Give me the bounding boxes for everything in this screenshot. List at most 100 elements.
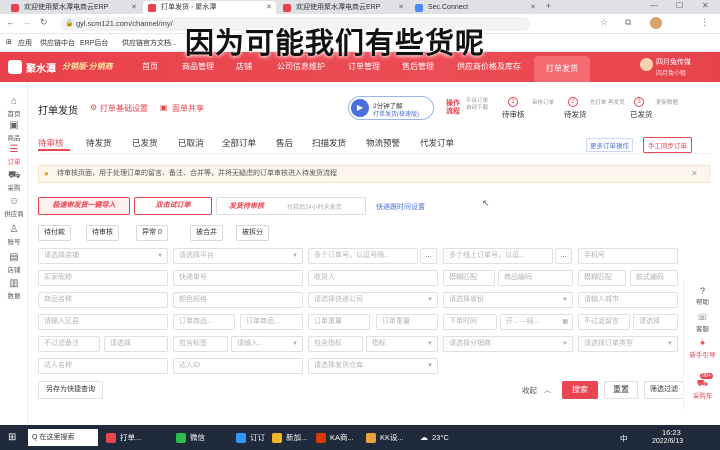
online-order-more-button[interactable]: … — [555, 248, 572, 264]
sidebar-item-orders[interactable]: ☰ 订单 — [0, 144, 28, 166]
purchase-cart-button[interactable]: 99+ ⛟ 采购车 — [684, 373, 720, 400]
province-select[interactable]: 请选择省份 ▼ — [443, 292, 573, 308]
clock-time[interactable]: 16:23 — [662, 428, 681, 437]
tab-all-orders[interactable]: 全部订单 — [222, 137, 256, 149]
warehouse-select[interactable]: 请选择发货仓库 ▼ — [308, 358, 438, 374]
taskbar-app-new[interactable]: 新加... — [272, 429, 307, 446]
collapse-link[interactable]: 收起 — [522, 385, 537, 396]
color-spec-input[interactable]: 颜色规格 — [173, 292, 303, 308]
minimize-icon[interactable]: — — [650, 1, 658, 10]
taskbar-app-dingding[interactable]: 订订 — [236, 429, 265, 446]
bookmark-erp[interactable]: ERP后台 — [80, 38, 108, 48]
clock-date[interactable]: 2022/6/13 — [652, 438, 683, 445]
customer-service-button[interactable]: ☏ 客服 — [684, 312, 720, 333]
tab-pending-review[interactable]: 待审核 — [38, 137, 64, 149]
waybill-share-link[interactable]: 面单共享 — [172, 103, 204, 114]
close-icon[interactable]: ✕ — [530, 1, 536, 14]
order-item-max-input[interactable]: 订单商品... — [240, 314, 303, 330]
tab-pending-ship[interactable]: 待发货 — [86, 137, 112, 149]
tag-input[interactable]: 请输入... ▼ — [231, 336, 303, 352]
bookmark-scm[interactable]: 供应链中台 — [40, 38, 75, 48]
order-weight-min-input[interactable]: 订单重量 — [308, 314, 370, 330]
quick-audit-import-button[interactable]: 极速审发货一键导入 — [38, 197, 130, 215]
tab-logistics-warning[interactable]: 物流预警 — [366, 137, 400, 149]
close-icon[interactable]: ✕ — [131, 1, 137, 14]
manual-sync-button[interactable]: 手工同步订单 — [643, 137, 692, 153]
filter-chip-unpaid[interactable]: 待付款 — [38, 225, 71, 241]
taskbar-app-kk[interactable]: KK设... — [366, 429, 404, 446]
close-icon[interactable]: ✕ — [266, 1, 272, 14]
browser-tab-2[interactable]: 打单发货 - 聚水潭 ✕ — [143, 1, 276, 14]
influencer-id-input[interactable]: 达人ID — [173, 358, 303, 374]
sku-code-input[interactable]: 商品编码 — [498, 270, 573, 286]
store-select[interactable]: 请选择店铺 ▼ — [38, 248, 168, 264]
platform-select[interactable]: 请选择平台 ▼ — [173, 248, 303, 264]
indicator-filter-select[interactable]: 包含指标 — [308, 336, 363, 352]
nav-home[interactable]: 首页 — [130, 52, 170, 82]
distributor-select[interactable]: 请选择分销商 ▼ — [443, 336, 573, 352]
back-icon[interactable]: ← — [6, 17, 15, 27]
filter-chip-pending-review[interactable]: 待审核 — [86, 225, 119, 241]
sku-match-select[interactable]: 模糊匹配 — [443, 270, 495, 286]
extensions-icon[interactable]: ⧉ — [625, 17, 631, 28]
tab-shipped[interactable]: 已发货 — [132, 137, 158, 149]
city-input[interactable]: 请输入城市 — [578, 292, 678, 308]
order-number-more-button[interactable]: … — [420, 248, 437, 264]
taskbar-app-ka[interactable]: KA商... — [316, 429, 354, 446]
print-settings-link[interactable]: 打单基础设置 — [100, 103, 148, 114]
window-close-icon[interactable]: ✕ — [702, 1, 709, 10]
taskbar-search-input[interactable]: Q 在这里搜索 — [28, 429, 98, 446]
buyer-nickname-input[interactable]: 买家昵称 — [38, 270, 168, 286]
filter-chip-merged[interactable]: 被合并 — [190, 225, 223, 241]
filter-button[interactable]: 筛选过滤 — [644, 381, 684, 399]
user-name[interactable]: 四月兔传媒 — [656, 57, 691, 67]
taskbar-app-print[interactable]: 打单... — [106, 429, 141, 446]
forward-icon[interactable]: → — [22, 17, 31, 27]
profile-avatar[interactable] — [650, 17, 662, 29]
order-weight-max-input[interactable]: 订单重量 — [376, 314, 438, 330]
close-icon[interactable]: ✕ — [398, 1, 404, 14]
influencer-name-input[interactable]: 达人名称 — [38, 358, 168, 374]
sidebar-item-purchase[interactable]: ⛟ 采购 — [0, 170, 28, 192]
online-order-number-input[interactable]: 多个线上订单号，以逗... — [443, 248, 553, 264]
order-number-input[interactable]: 多个订单号，以逗号隔... — [308, 248, 418, 264]
ime-indicator[interactable]: 中 — [620, 433, 628, 444]
style-match-select[interactable]: 模糊匹配 — [578, 270, 626, 286]
new-tab-icon[interactable]: + — [546, 1, 551, 11]
district-input[interactable]: 请输入区县 — [38, 314, 168, 330]
taskbar-app-wechat[interactable]: 微信 — [176, 429, 205, 446]
order-type-select[interactable]: 请选择订单类型 ▼ — [578, 336, 678, 352]
indicator-select[interactable]: 指标 ▼ — [366, 336, 438, 352]
order-time-type-select[interactable]: 下单时间 — [443, 314, 497, 330]
tab-aftersale[interactable]: 售后 — [276, 137, 293, 149]
sidebar-item-home[interactable]: ⌂ 首页 — [0, 96, 28, 118]
search-button[interactable]: 搜索 — [562, 381, 598, 399]
guide-button[interactable]: ✦ 新手引导 — [684, 338, 720, 359]
save-quick-query-button[interactable]: 另存为快捷查询 — [38, 381, 103, 399]
windows-start-icon[interactable]: ⊞ — [8, 432, 16, 443]
apps-icon[interactable]: ⊞ — [6, 38, 12, 46]
bookmark-apps[interactable]: 应用 — [18, 38, 32, 48]
maximize-icon[interactable]: ☐ — [676, 1, 683, 10]
sidebar-item-account[interactable]: ♙ 账号 — [0, 224, 28, 246]
buyer-message-filter-select[interactable]: 不过滤留言 — [578, 314, 630, 330]
filter-chip-split[interactable]: 被拆分 — [236, 225, 269, 241]
phone-input[interactable]: 手机号 — [578, 248, 678, 264]
video-intro-button[interactable]: ▶ 2分钟了解 打单发货(极速版) — [348, 96, 434, 120]
remark-filter-select[interactable]: 不过滤备注 — [38, 336, 100, 352]
courier-time-settings-link[interactable]: 快递跟时间设置 — [376, 202, 425, 212]
menu-icon[interactable]: ⋮ — [700, 17, 709, 28]
reload-icon[interactable]: ↻ — [40, 17, 48, 28]
browser-tab-4[interactable]: Sec.Connect ✕ — [410, 1, 540, 14]
reset-button[interactable]: 重置 — [604, 381, 638, 399]
star-icon[interactable]: ☆ — [600, 17, 608, 28]
filter-chip-abnormal[interactable]: 异常 0 — [136, 225, 168, 241]
style-code-input[interactable]: 款式编码 — [630, 270, 678, 286]
sidebar-item-supplier[interactable]: ☺ 供应商 — [0, 196, 28, 218]
bookmark-docs[interactable]: 供应链官方文档... — [122, 38, 177, 48]
sidebar-item-store[interactable]: ▤ 店铺 — [0, 252, 28, 274]
tab-scan-ship[interactable]: 扫描发货 — [312, 137, 346, 149]
sidebar-item-data[interactable]: ▥ 数据 — [0, 278, 28, 300]
ship-pending-filter[interactable]: 发货待审核 付款后24小时未发货 — [216, 197, 366, 215]
tracking-number-input[interactable]: 快递单号 — [173, 270, 303, 286]
